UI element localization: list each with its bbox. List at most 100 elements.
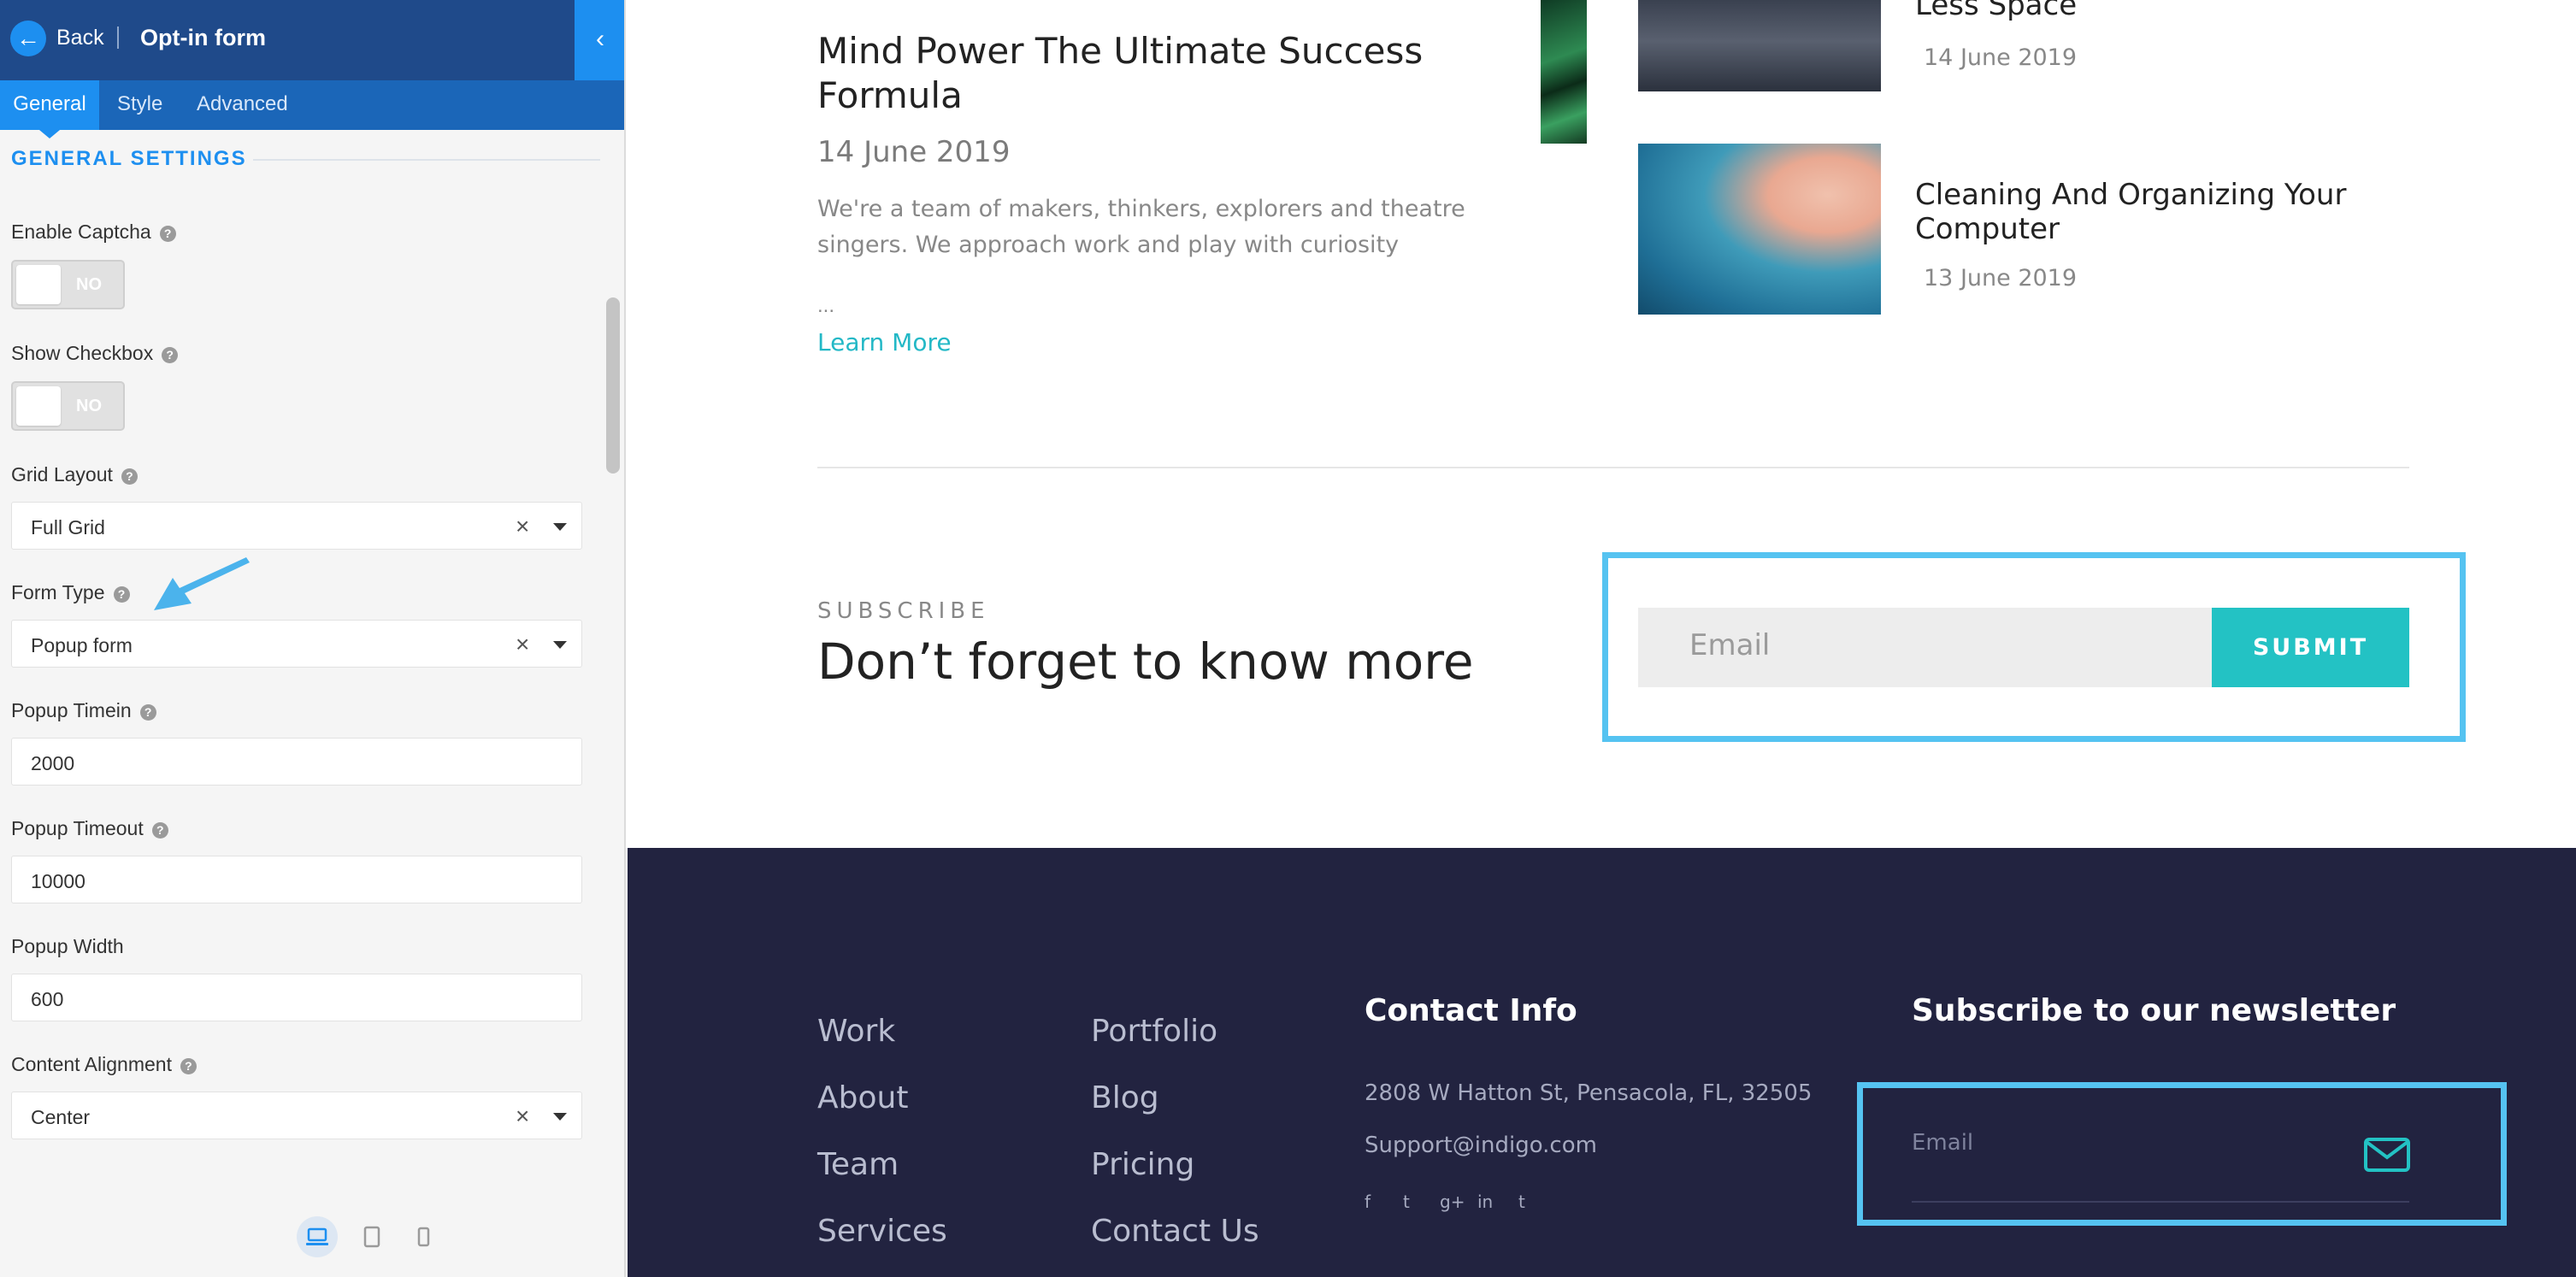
- tumblr-icon[interactable]: t: [1518, 1192, 1525, 1212]
- post-title[interactable]: Cleaning And Organizing Your Computer: [1915, 178, 2394, 246]
- sidebar-scrollbar[interactable]: [606, 297, 620, 474]
- subscribe-heading: Don’t forget to know more: [817, 633, 1474, 691]
- tablet-icon[interactable]: [351, 1216, 392, 1257]
- post-title[interactable]: Less Space: [1915, 0, 2077, 22]
- desktop-icon[interactable]: [297, 1216, 338, 1257]
- popup-timeout-input[interactable]: 10000: [11, 856, 582, 903]
- popup-timeout-label: Popup Timeout?: [11, 817, 168, 840]
- help-icon[interactable]: ?: [139, 704, 156, 721]
- content-alignment-value: Center: [31, 1106, 91, 1128]
- settings-tabs: General Style Advanced: [0, 80, 624, 138]
- header-divider: [117, 26, 119, 49]
- post-thumbnail-mountain[interactable]: [1638, 0, 1881, 91]
- footer-link-work[interactable]: Work: [817, 1014, 895, 1049]
- show-checkbox-toggle[interactable]: NO: [11, 381, 125, 431]
- toggle-knob: [16, 386, 61, 426]
- twitter-icon[interactable]: t: [1403, 1192, 1410, 1212]
- footer-link-contact-us[interactable]: Contact Us: [1091, 1214, 1259, 1249]
- settings-sidebar: ← Back Opt-in form ‹ General Style Advan…: [0, 0, 626, 1277]
- back-arrow-icon[interactable]: ←: [10, 21, 46, 56]
- footer-link-about[interactable]: About: [817, 1080, 908, 1115]
- linkedin-icon[interactable]: in: [1477, 1192, 1493, 1212]
- tab-style[interactable]: Style: [117, 80, 162, 130]
- post-thumbnail-beach[interactable]: [1638, 144, 1881, 315]
- footer-link-portfolio[interactable]: Portfolio: [1091, 1014, 1217, 1049]
- popup-width-input[interactable]: 600: [11, 974, 582, 1021]
- form-type-value: Popup form: [31, 634, 133, 656]
- form-type-select[interactable]: Popup form ×: [11, 620, 582, 668]
- post-date: 13 June 2019: [1924, 265, 2078, 291]
- help-icon[interactable]: ?: [159, 226, 176, 242]
- post-date: 14 June 2019: [1924, 44, 2078, 71]
- subscribe-eyebrow: SUBSCRIBE: [817, 598, 990, 624]
- page-preview: Mind Power The Ultimate Success Formula …: [628, 0, 2576, 848]
- form-type-label: Form Type?: [11, 581, 130, 604]
- grid-layout-label: Grid Layout?: [11, 463, 138, 486]
- popup-timeout-value: 10000: [31, 870, 85, 892]
- post-thumbnail-leaf[interactable]: [1541, 0, 1587, 144]
- chevron-down-icon[interactable]: [553, 523, 567, 531]
- popup-timein-label: Popup Timein?: [11, 699, 156, 722]
- mobile-icon[interactable]: [403, 1216, 444, 1257]
- popup-width-label-text: Popup Width: [11, 935, 124, 957]
- tab-advanced[interactable]: Advanced: [197, 80, 288, 130]
- panel-title: Opt-in form: [140, 25, 266, 50]
- learn-more-link[interactable]: Learn More: [817, 328, 952, 356]
- envelope-icon[interactable]: [2363, 1137, 2411, 1173]
- facebook-icon[interactable]: f: [1365, 1192, 1371, 1212]
- google-plus-icon[interactable]: g+: [1440, 1192, 1465, 1212]
- grid-layout-select[interactable]: Full Grid ×: [11, 502, 582, 550]
- help-icon[interactable]: ?: [151, 822, 168, 839]
- tab-general[interactable]: General: [0, 80, 99, 138]
- popup-timeout-label-text: Popup Timeout: [11, 817, 144, 839]
- back-button[interactable]: Back: [56, 26, 104, 50]
- help-icon[interactable]: ?: [162, 347, 179, 363]
- content-alignment-select[interactable]: Center ×: [11, 1092, 582, 1139]
- help-icon[interactable]: ?: [113, 586, 130, 603]
- post-ellipsis: ...: [817, 294, 835, 317]
- clear-icon[interactable]: ×: [516, 513, 529, 540]
- chevron-down-icon[interactable]: [553, 1113, 567, 1121]
- enable-captcha-label-text: Enable Captcha: [11, 221, 151, 243]
- popup-timein-value: 2000: [31, 752, 75, 774]
- grid-layout-value: Full Grid: [31, 516, 105, 538]
- help-icon[interactable]: ?: [180, 1058, 197, 1074]
- sidebar-header: ← Back Opt-in form ‹: [0, 0, 624, 80]
- popup-timein-input[interactable]: 2000: [11, 738, 582, 786]
- section-heading: GENERAL SETTINGS: [11, 147, 247, 170]
- email-placeholder: Email: [1689, 628, 1771, 662]
- show-checkbox-label-text: Show Checkbox: [11, 342, 154, 364]
- chevron-down-icon[interactable]: [553, 641, 567, 649]
- newsletter-title: Subscribe to our newsletter: [1912, 993, 2396, 1028]
- contact-email[interactable]: Support@indigo.com: [1365, 1133, 1597, 1158]
- toggle-value: NO: [76, 397, 102, 415]
- content-alignment-label: Content Alignment?: [11, 1053, 197, 1076]
- enable-captcha-toggle[interactable]: NO: [11, 260, 125, 309]
- footer-link-pricing[interactable]: Pricing: [1091, 1147, 1194, 1182]
- contact-address: 2808 W Hatton St, Pensacola, FL, 32505: [1365, 1080, 1813, 1106]
- section-divider: [817, 467, 2409, 468]
- newsletter-email-input[interactable]: Email: [1912, 1130, 1973, 1156]
- show-checkbox-label: Show Checkbox?: [11, 342, 179, 365]
- clear-icon[interactable]: ×: [516, 631, 529, 658]
- site-footer: Work About Team Services Portfolio Blog …: [628, 848, 2576, 1277]
- form-type-label-text: Form Type: [11, 581, 105, 603]
- clear-icon[interactable]: ×: [516, 1103, 529, 1130]
- footer-link-team[interactable]: Team: [817, 1147, 899, 1182]
- post-title[interactable]: Mind Power The Ultimate Success Formula: [817, 29, 1467, 118]
- footer-link-services[interactable]: Services: [817, 1214, 947, 1249]
- popup-width-value: 600: [31, 988, 64, 1010]
- subscribe-email-input[interactable]: Email: [1638, 608, 2213, 687]
- submit-button[interactable]: SUBMIT: [2212, 608, 2409, 687]
- toggle-value: NO: [76, 275, 102, 294]
- help-icon[interactable]: ?: [121, 468, 138, 485]
- toggle-knob: [16, 265, 61, 304]
- contact-info-title: Contact Info: [1365, 993, 1577, 1028]
- post-excerpt: We're a team of makers, thinkers, explor…: [817, 196, 1465, 258]
- popup-timein-label-text: Popup Timein: [11, 699, 132, 721]
- post-date: 14 June 2019: [817, 135, 1011, 169]
- footer-link-blog[interactable]: Blog: [1091, 1080, 1159, 1115]
- annotation-arrow-icon: [154, 557, 250, 610]
- collapse-sidebar-button[interactable]: ‹: [575, 0, 624, 80]
- newsletter-input-underline: [1912, 1201, 2409, 1203]
